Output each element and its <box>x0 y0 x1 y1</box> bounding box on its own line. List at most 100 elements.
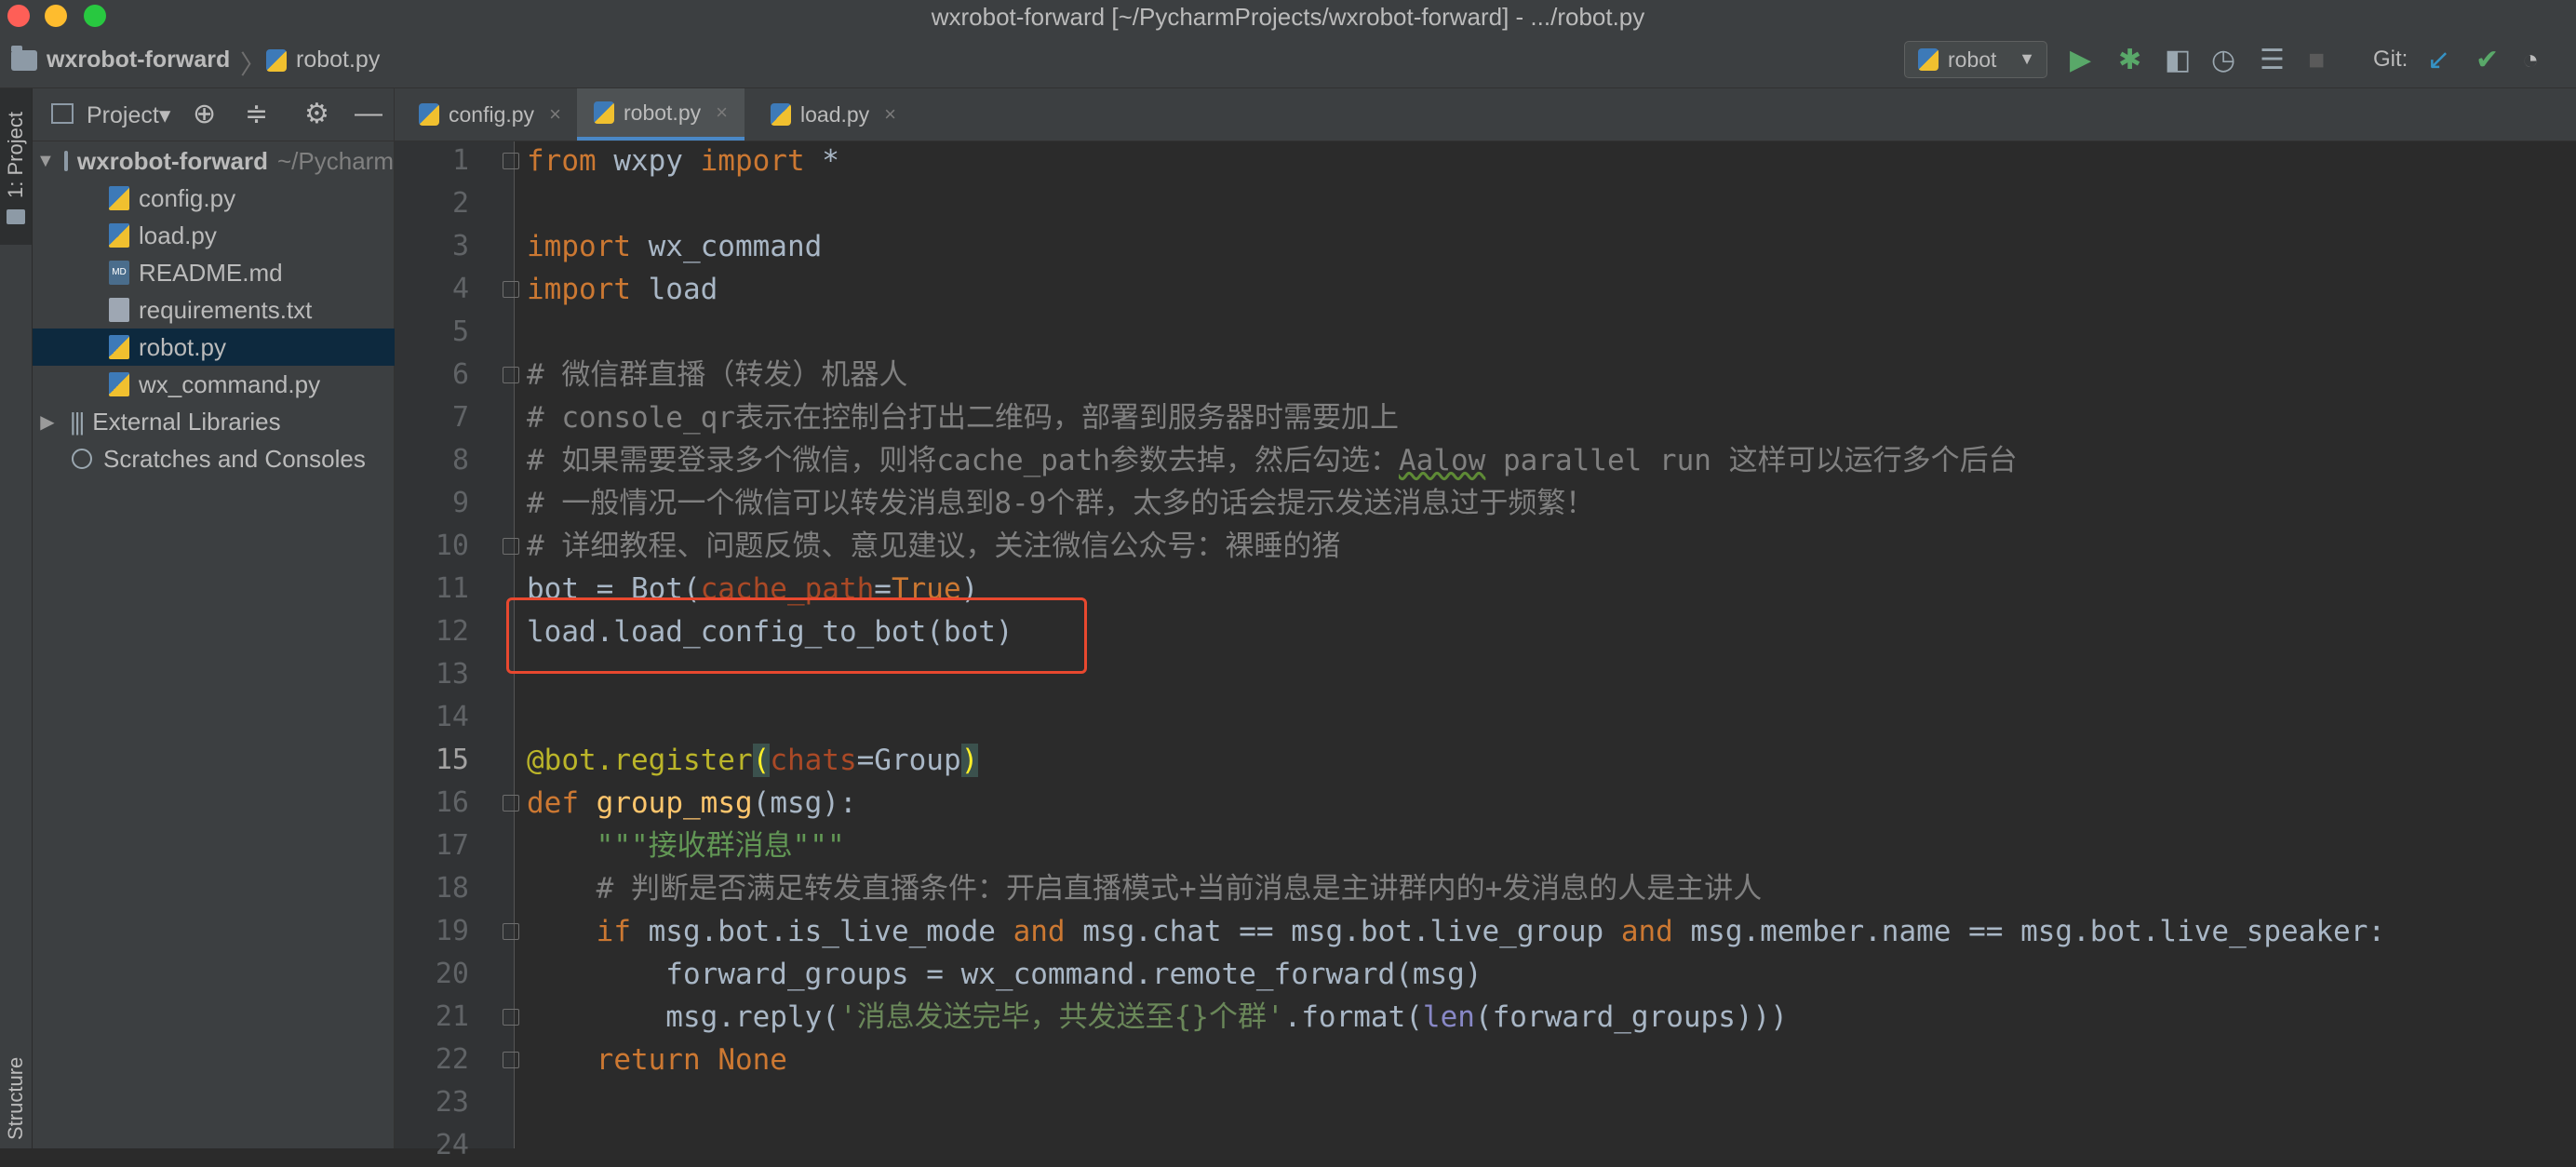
code-line[interactable]: 24 <box>0 1124 2576 1167</box>
concurrency-icon[interactable]: ☰ <box>2260 45 2285 76</box>
editor-tabs: config.py × robot.py × load.py × <box>395 88 2576 141</box>
navigation-bar: wxrobot-forward 〉 robot.py robot ▼ ▶ ✱ ◧… <box>0 34 2576 88</box>
chevron-down-icon: ▼ <box>2019 49 2035 68</box>
window-title: wxrobot-forward [~/PycharmProjects/wxrob… <box>931 3 1645 31</box>
line-number: 8 <box>451 444 469 476</box>
line-number: 1 <box>451 144 469 177</box>
code-line[interactable]: 15 @bot.register(chats=Group) <box>0 739 2576 782</box>
python-file-icon <box>594 101 614 124</box>
tab-label: robot.py <box>624 100 702 125</box>
line-number: 17 <box>435 829 469 862</box>
fold-marker-icon[interactable] <box>503 923 519 940</box>
code-line[interactable]: 22 return None <box>0 1039 2576 1081</box>
run-configuration-label: robot <box>1948 47 1997 72</box>
line-number: 18 <box>435 872 469 905</box>
code-line[interactable]: 20 forward_groups = wx_command.remote_fo… <box>0 953 2576 996</box>
code-text: """接收群消息""" <box>527 829 845 863</box>
line-number: 5 <box>451 315 469 348</box>
git-label: Git: <box>2373 47 2408 72</box>
code-line[interactable]: 11 bot = Bot(cache_path=True) <box>0 568 2576 610</box>
code-text: # 如果需要登录多个微信，则将cache_path参数去掉，然后勾选：Aalow… <box>527 444 2018 477</box>
project-panel-header: Project▾ ⊕ ≑ ⚙ — <box>33 88 394 141</box>
code-line[interactable]: 10 # 详细教程、问题反馈、意见建议，关注微信公众号：裸睡的猪 <box>0 525 2576 568</box>
code-text: return None <box>596 1043 787 1077</box>
tab-robot-py[interactable]: robot.py × <box>577 88 745 141</box>
gear-icon[interactable]: ⚙ <box>304 98 329 130</box>
collapse-all-icon[interactable]: ≑ <box>245 98 268 130</box>
breadcrumb-file[interactable]: robot.py <box>266 47 380 74</box>
project-view-dropdown[interactable]: Project▾ <box>87 101 170 129</box>
code-line[interactable]: 13 <box>0 653 2576 696</box>
code-text: if msg.bot.is_live_mode and msg.chat == … <box>596 915 2386 948</box>
run-configuration-dropdown[interactable]: robot ▼ <box>1904 41 2047 78</box>
code-line[interactable]: 4 import load <box>0 268 2576 311</box>
fold-marker-icon[interactable] <box>503 795 519 812</box>
profile-icon[interactable]: ◷ <box>2211 45 2235 76</box>
coverage-icon[interactable]: ◧ <box>2165 45 2191 76</box>
code-line[interactable]: 7 # console_qr表示在控制台打出二维码，部署到服务器时需要加上 <box>0 396 2576 439</box>
debug-icon[interactable]: ✱ <box>2118 45 2141 76</box>
code-line[interactable]: 1 from wxpy import * <box>0 140 2576 182</box>
tab-label: config.py <box>449 101 535 127</box>
code-text: msg.reply('消息发送完毕，共发送至{}个群'.format(len(f… <box>527 1000 1788 1034</box>
code-line[interactable]: 17 """接收群消息""" <box>0 825 2576 867</box>
breadcrumb-project-label: wxrobot-forward <box>47 47 231 73</box>
line-number: 2 <box>451 187 469 220</box>
tab-load-py[interactable]: load.py × <box>754 88 913 141</box>
close-icon[interactable]: × <box>716 101 728 125</box>
line-number: 11 <box>435 572 469 605</box>
code-text: # 微信群直播（转发）机器人 <box>527 358 908 392</box>
code-text: def group_msg(msg): <box>527 786 857 820</box>
python-file-icon <box>771 103 791 126</box>
line-number: 6 <box>451 358 469 391</box>
code-line[interactable]: 16 def group_msg(msg): <box>0 782 2576 825</box>
code-text: forward_groups = wx_command.remote_forwa… <box>527 958 1483 991</box>
code-line[interactable]: 19 if msg.bot.is_live_mode and msg.chat … <box>0 910 2576 953</box>
python-file-icon <box>266 48 287 72</box>
fold-marker-icon[interactable] <box>503 1009 519 1026</box>
fold-marker-icon[interactable] <box>503 281 519 298</box>
fold-marker-icon[interactable] <box>503 367 519 383</box>
fold-marker-icon[interactable] <box>503 1052 519 1068</box>
line-number: 7 <box>451 401 469 434</box>
line-number: 23 <box>435 1086 469 1119</box>
breadcrumb-file-label: robot.py <box>296 47 381 73</box>
code-line[interactable]: 9 # 一般情况一个微信可以转发消息到8-9个群，太多的话会提示发送消息过于频繁！ <box>0 482 2576 525</box>
tab-config-py[interactable]: config.py × <box>402 88 578 141</box>
line-number: 10 <box>435 530 469 562</box>
code-line[interactable]: 2 <box>0 182 2576 225</box>
stop-icon[interactable]: ■ <box>2308 45 2325 76</box>
code-text: # 判断是否满足转发直播条件：开启直播模式+当前消息是主讲群内的+发消息的人是主… <box>527 872 1763 905</box>
breadcrumb-project[interactable]: wxrobot-forward <box>11 45 231 74</box>
code-text: from wxpy import * <box>527 144 839 178</box>
line-number: 22 <box>435 1043 469 1076</box>
code-line[interactable]: 23 <box>0 1081 2576 1124</box>
title-bar: wxrobot-forward [~/PycharmProjects/wxrob… <box>0 0 2576 34</box>
close-icon[interactable]: × <box>884 102 896 127</box>
code-line[interactable]: 6 # 微信群直播（转发）机器人 <box>0 354 2576 396</box>
hide-panel-icon[interactable]: — <box>355 98 382 129</box>
line-number: 12 <box>435 615 469 648</box>
code-line[interactable]: 12 load.load_config_to_bot(bot) <box>0 610 2576 653</box>
code-line[interactable]: 14 <box>0 696 2576 739</box>
vcs-commit-icon[interactable]: ✔ <box>2475 45 2499 76</box>
vcs-history-icon[interactable]: ◔ <box>2522 45 2539 76</box>
fold-marker-icon[interactable] <box>503 153 519 169</box>
code-text: @bot.register(chats=Group) <box>527 744 979 777</box>
line-number: 24 <box>435 1129 469 1161</box>
code-text: import load <box>527 273 718 306</box>
code-line[interactable]: 18 # 判断是否满足转发直播条件：开启直播模式+当前消息是主讲群内的+发消息的… <box>0 867 2576 910</box>
code-line[interactable]: 5 <box>0 311 2576 354</box>
tab-label: load.py <box>800 101 870 127</box>
python-file-icon <box>1918 48 1939 71</box>
code-line[interactable]: 8 # 如果需要登录多个微信，则将cache_path参数去掉，然后勾选：Aalo… <box>0 439 2576 482</box>
code-line[interactable]: 3 import wx_command <box>0 225 2576 268</box>
line-number: 19 <box>435 915 469 947</box>
locate-file-icon[interactable]: ⊕ <box>193 98 216 130</box>
code-line[interactable]: 21 msg.reply('消息发送完毕，共发送至{}个群'.format(le… <box>0 996 2576 1039</box>
run-icon[interactable]: ▶ <box>2070 45 2091 76</box>
vcs-update-icon[interactable]: ↙ <box>2427 45 2450 76</box>
close-icon[interactable]: × <box>549 102 561 127</box>
fold-marker-icon[interactable] <box>503 538 519 555</box>
line-number: 13 <box>435 658 469 691</box>
